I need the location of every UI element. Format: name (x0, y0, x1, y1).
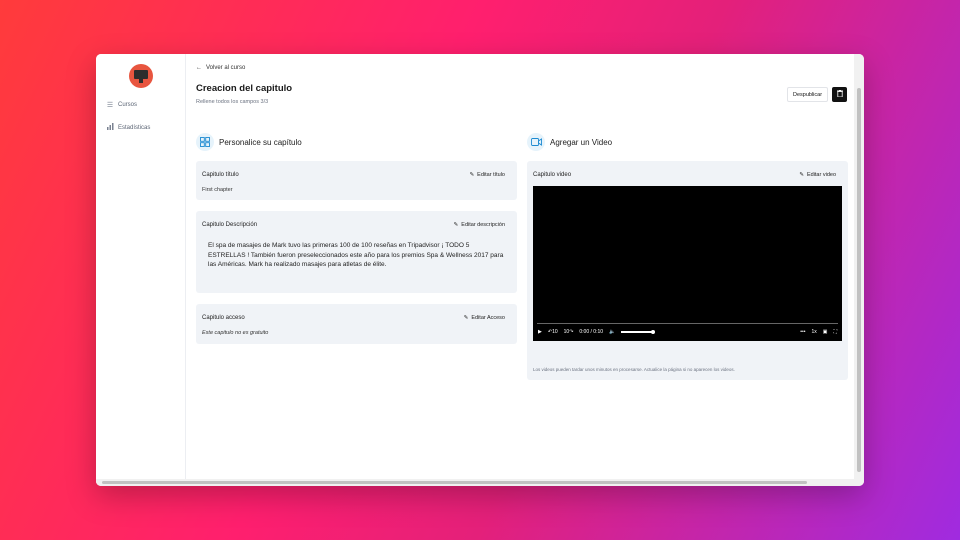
pencil-icon: ✎ (463, 315, 469, 321)
pencil-icon: ✎ (453, 222, 459, 228)
rewind-button[interactable]: ↶10 (548, 329, 558, 335)
chapter-title-value: First chapter (202, 187, 233, 193)
sidebar-item-estadisticas[interactable]: Estadísticas (106, 123, 150, 132)
edit-title-button[interactable]: ✎ Editar título (470, 172, 505, 178)
volume-icon[interactable]: 🔈 (609, 329, 615, 335)
unpublish-button[interactable]: Despublicar (787, 87, 829, 102)
chapter-description-card: Capitulo Descripción ✎ Editar descripció… (196, 211, 517, 293)
delete-button[interactable] (832, 87, 847, 102)
chapter-title-label: Capitulo título (202, 172, 239, 178)
edit-access-button[interactable]: ✎ Editar Acceso (464, 315, 505, 321)
arrow-left-icon: ← (196, 65, 202, 71)
edit-video-label: Editar video (806, 172, 836, 178)
horizontal-scrollbar[interactable] (96, 479, 854, 486)
forward-label: 10 (563, 329, 570, 335)
chapter-access-card: Capitulo acceso ✎ Editar Acceso Este cap… (196, 304, 517, 344)
chapter-access-label: Capitulo acceso (202, 315, 245, 321)
sidebar: ☰ Cursos Estadísticas (96, 54, 186, 486)
rewind-label: 10 (552, 329, 558, 335)
back-label: Volver al curso (206, 65, 246, 71)
play-icon[interactable]: ▶ (538, 329, 542, 335)
page-title: Creacion del capitulo (196, 83, 293, 94)
chapter-description-value: El spa de masajes de Mark tuvo las prime… (208, 242, 504, 268)
more-options-icon[interactable]: ••• (800, 329, 805, 335)
video-time: 0:00 / 0:10 (579, 329, 604, 335)
video-processing-note: Los videos pueden tardar unos minutos en… (533, 367, 735, 372)
layout-grid-icon (196, 133, 214, 151)
vertical-scrollbar[interactable] (854, 54, 864, 486)
customize-heading: Personalice su capítulo (196, 133, 302, 151)
edit-access-label: Editar Acceso (471, 315, 505, 321)
volume-slider[interactable] (621, 330, 656, 334)
bar-chart-icon (106, 123, 114, 132)
forward-button[interactable]: 10↷ (564, 329, 574, 335)
chapter-video-label: Capitulo video (533, 172, 572, 178)
chapter-description-label: Capitulo Descripción (202, 222, 258, 228)
video-heading: Agregar un Video (527, 133, 612, 151)
pencil-icon: ✎ (469, 172, 475, 178)
video-controls: ▶ ↶10 10↷ 0:00 / 0:10 🔈 ••• 1x ▣ ⛶ (533, 323, 842, 341)
page-subtitle: Rellene todos los campos 3/3 (196, 99, 269, 105)
chapter-video-card: Capitulo video ✎ Editar video ▶ ↶10 10↷ … (527, 161, 848, 380)
sidebar-item-cursos[interactable]: ☰ Cursos (106, 101, 137, 109)
edit-description-label: Editar descripción (461, 222, 505, 228)
back-link[interactable]: ← Volver al curso (196, 65, 245, 71)
pencil-icon: ✎ (799, 172, 804, 178)
chapter-title-card: Capitulo título ✎ Editar título First ch… (196, 161, 517, 200)
picture-in-picture-icon[interactable]: ▣ (823, 329, 828, 335)
video-player[interactable]: ▶ ↶10 10↷ 0:00 / 0:10 🔈 ••• 1x ▣ ⛶ (533, 186, 842, 341)
trash-icon (836, 90, 843, 99)
edit-title-label: Editar título (477, 172, 505, 178)
list-icon: ☰ (106, 102, 114, 109)
sidebar-item-label: Cursos (118, 102, 138, 108)
sidebar-item-label: Estadísticas (118, 124, 151, 131)
edit-video-button[interactable]: ✎ Editar video (799, 172, 836, 178)
customize-heading-text: Personalice su capítulo (219, 137, 302, 147)
chapter-access-value: Este capitulo no es gratuito (202, 330, 269, 336)
video-camera-icon (527, 133, 545, 151)
main-content: ← Volver al curso Creacion del capitulo … (186, 54, 854, 486)
edit-description-button[interactable]: ✎ Editar descripción (454, 222, 505, 228)
logo[interactable] (129, 64, 153, 88)
video-heading-text: Agregar un Video (550, 137, 613, 147)
playback-speed[interactable]: 1x (811, 329, 816, 335)
fullscreen-icon[interactable]: ⛶ (833, 329, 837, 335)
app-window: ☰ Cursos Estadísticas ← Volver al curso … (96, 54, 864, 486)
